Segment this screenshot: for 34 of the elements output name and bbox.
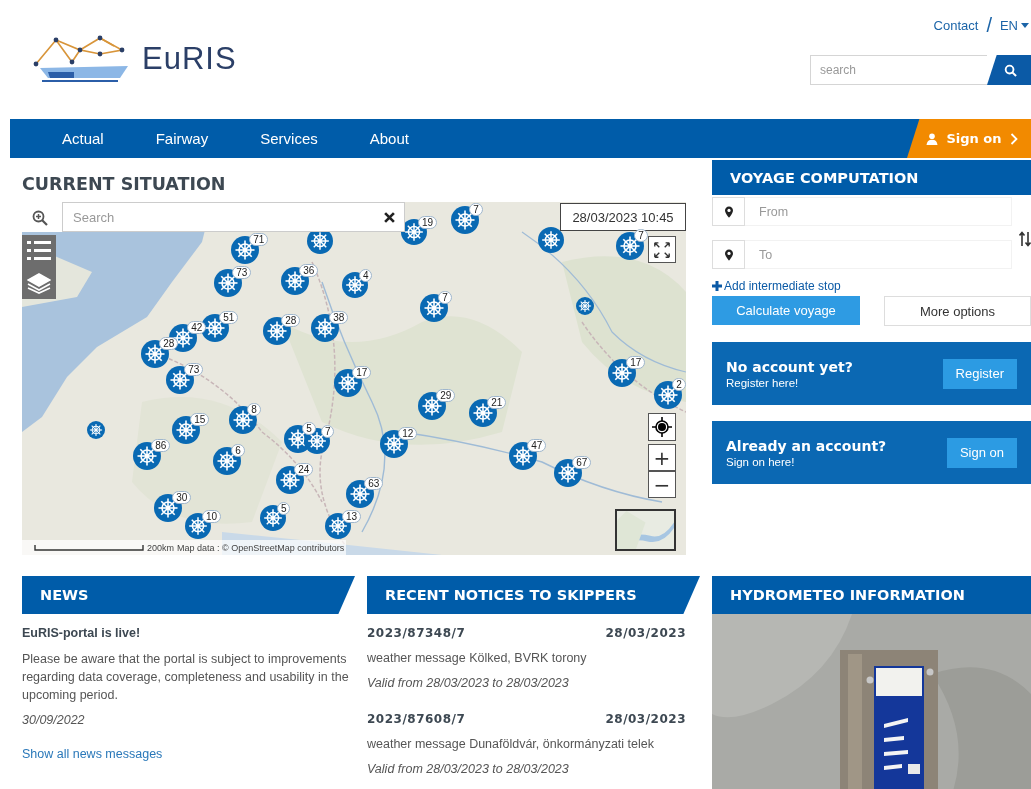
notice-date: 28/03/2023 bbox=[605, 712, 686, 726]
card-subtitle: Register here! bbox=[726, 376, 800, 389]
to-field[interactable]: To bbox=[745, 240, 1012, 269]
separator: / bbox=[986, 13, 992, 37]
notice-message: weather message Dunaföldvár, önkormányzati telek bbox=[367, 737, 655, 751]
add-stop-link[interactable]: Add intermediate stop bbox=[712, 279, 1031, 293]
notice-validity: Valid from 28/03/2023 to 28/03/2023 bbox=[367, 762, 570, 776]
section-header: HYDROMETEO INFORMATION bbox=[712, 576, 1031, 614]
notice-id[interactable]: 2023/87348/7 bbox=[367, 626, 466, 640]
nav-item[interactable]: Actual bbox=[62, 130, 104, 147]
notice-id[interactable]: 2023/87608/7 bbox=[367, 712, 466, 726]
nav-item[interactable]: Fairway bbox=[155, 130, 209, 147]
section-title: CURRENT SITUATION bbox=[22, 174, 227, 196]
section-header: NEWS bbox=[22, 576, 355, 614]
notice-date: 28/03/2023 bbox=[605, 626, 686, 640]
news-headline: EuRIS-portal is live! bbox=[22, 626, 142, 640]
card-title: No account yet? bbox=[726, 358, 853, 375]
news-text: Please be aware that the portal is subject to improvements regarding data coverage, completeness and usability in the upcoming period. bbox=[22, 651, 350, 704]
search-field[interactable]: search bbox=[810, 55, 987, 85]
card-title: Already an account? bbox=[726, 437, 887, 454]
panel-title: VOYAGE COMPUTATION bbox=[712, 160, 1031, 195]
logo-text: EuRIS bbox=[142, 41, 237, 77]
language-dropdown[interactable]: EN bbox=[999, 17, 1031, 33]
notice-validity: Valid from 28/03/2023 to 28/03/2023 bbox=[367, 676, 570, 690]
card-subtitle: Sign on here! bbox=[726, 455, 796, 468]
news-link[interactable]: Show all news messages bbox=[22, 747, 355, 761]
notice-message: weather message Kölked, BVRK torony bbox=[367, 651, 588, 665]
contact-link[interactable]: Contact bbox=[933, 17, 979, 33]
news-date: 30/09/2022 bbox=[22, 713, 86, 727]
more-options-button[interactable]: More options bbox=[884, 296, 1031, 326]
section-header: RECENT NOTICES TO SKIPPERS bbox=[367, 576, 700, 614]
nav-item[interactable]: About bbox=[369, 130, 409, 147]
from-field[interactable]: From bbox=[745, 197, 1012, 226]
nav-item[interactable]: Services bbox=[260, 130, 318, 147]
